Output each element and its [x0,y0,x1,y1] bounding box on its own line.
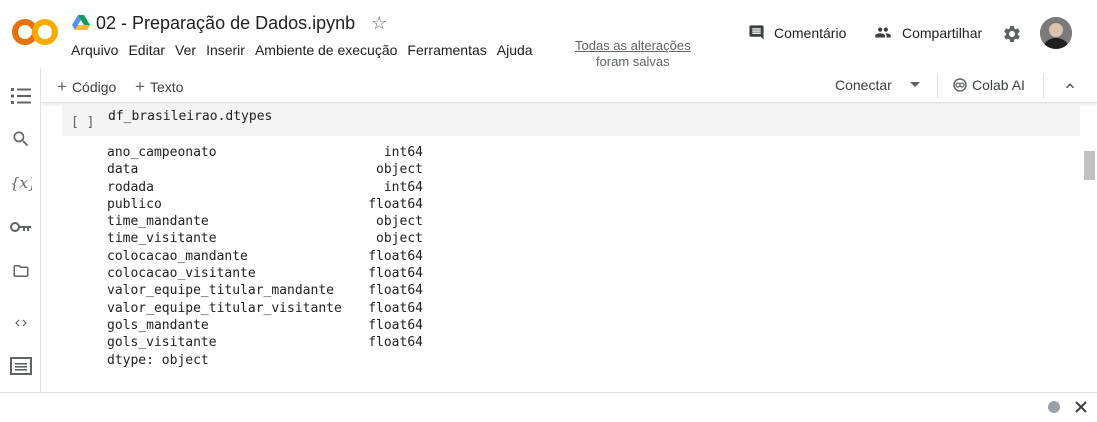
output-row: time_visitante object [107,230,423,247]
notebook-toolbar: + Código + Texto Conectar Colab AI [41,68,1097,103]
svg-text:{x}: {x} [10,174,32,192]
command-palette-icon[interactable] [10,355,32,377]
toolbar-divider [1043,74,1044,98]
menu-bar: Arquivo Editar Ver Inserir Ambiente de e… [71,42,543,58]
code-cell[interactable]: [ ] df_brasileirao.dtypes [62,104,1080,136]
column-name: time_mandante [107,214,209,230]
column-name: colocacao_mandante [107,248,248,264]
add-code-label: Código [71,79,117,95]
toolbar-divider [937,74,938,98]
gear-icon[interactable] [1002,24,1022,44]
code-editor[interactable]: df_brasileirao.dtypes [108,109,272,124]
add-text-label: Texto [149,79,184,95]
column-dtype: object [376,162,423,178]
star-icon[interactable]: ☆ [371,13,387,34]
user-avatar[interactable] [1040,17,1072,49]
menu-ambiente[interactable]: Ambiente de execução [255,42,397,58]
chevron-down-icon[interactable] [910,82,920,87]
status-dot-icon [1048,401,1060,413]
column-dtype: float64 [368,335,423,351]
output-row: valor_equipe_titular_mandante float64 [107,282,423,299]
menu-inserir[interactable]: Inserir [206,42,245,58]
column-name: valor_equipe_titular_mandante [107,283,334,299]
connect-button[interactable]: Conectar [835,77,892,93]
vertical-scrollbar[interactable] [1084,151,1095,180]
output-row: gols_visitante float64 [107,334,423,351]
search-icon[interactable] [10,128,32,150]
cell-output: ano_campeonato int64 data object rodada int… [107,144,423,369]
column-dtype: float64 [368,283,423,299]
save-status[interactable]: Todas as alterações foram salvas [575,38,691,70]
menu-ferramentas[interactable]: Ferramentas [407,42,486,58]
menu-editar[interactable]: Editar [128,42,165,58]
column-name: valor_equipe_titular_visitante [107,300,342,316]
close-icon[interactable] [1074,400,1088,414]
output-row: rodada int64 [107,179,423,196]
column-name: gols_visitante [107,335,217,351]
column-name: colocacao_visitante [107,266,256,282]
column-dtype: float64 [368,248,423,264]
column-dtype: float64 [368,317,423,333]
save-status-line1[interactable]: Todas as alterações [575,38,691,54]
status-bar [0,392,1097,422]
output-row: colocacao_mandante float64 [107,248,423,265]
left-rail: {x} [0,68,41,392]
add-text-button[interactable]: + Texto [135,77,183,97]
column-dtype: object [376,231,423,247]
notebook-title[interactable]: 02 - Preparação de Dados.ipynb [96,13,355,34]
comment-button[interactable]: Comentário [748,24,846,41]
output-footer: dtype: object [107,352,209,368]
column-name: ano_campeonato [107,145,217,160]
colab-logo[interactable] [12,14,58,50]
column-name: rodada [107,179,154,195]
folder-icon[interactable] [10,260,32,282]
column-dtype: float64 [368,300,423,316]
colab-ai-button[interactable]: Colab AI [953,77,1025,93]
output-row: time_mandante object [107,213,423,230]
run-cell-button[interactable]: [ ] [71,115,94,130]
column-dtype: int64 [383,179,423,195]
column-dtype: object [376,214,423,230]
column-name: data [107,162,139,178]
header: 02 - Preparação de Dados.ipynb ☆ Arquivo… [0,0,1097,70]
share-button[interactable]: Compartilhar [873,24,982,41]
column-dtype: int64 [383,145,423,160]
column-dtype: float64 [368,266,423,282]
column-name: gols_mandante [107,317,209,333]
output-row: colocacao_visitante float64 [107,265,423,282]
output-row: data object [107,161,423,178]
key-icon[interactable] [10,216,32,238]
output-row: ano_campeonato int64 [107,144,423,161]
colab-ai-icon [953,78,967,92]
output-row: publico float64 [107,196,423,213]
column-name: time_visitante [107,231,217,247]
google-drive-icon[interactable] [72,15,90,31]
column-name: publico [107,196,162,212]
colab-ai-label: Colab AI [972,77,1025,93]
menu-arquivo[interactable]: Arquivo [71,42,118,58]
column-dtype: float64 [368,196,423,212]
comment-label: Comentário [774,24,847,41]
table-of-contents-icon[interactable] [10,85,32,107]
share-label: Compartilhar [902,24,983,41]
comment-icon [749,25,764,40]
output-row: gols_mandante float64 [107,317,423,334]
output-row: valor_equipe_titular_visitante float64 [107,300,423,317]
chevron-up-icon[interactable] [1062,78,1078,94]
code-snippets-icon[interactable] [10,312,32,334]
add-code-button[interactable]: + Código [57,77,116,97]
people-icon [875,27,891,38]
variables-icon[interactable]: {x} [10,172,32,194]
menu-ver[interactable]: Ver [175,42,196,58]
menu-ajuda[interactable]: Ajuda [497,42,533,58]
